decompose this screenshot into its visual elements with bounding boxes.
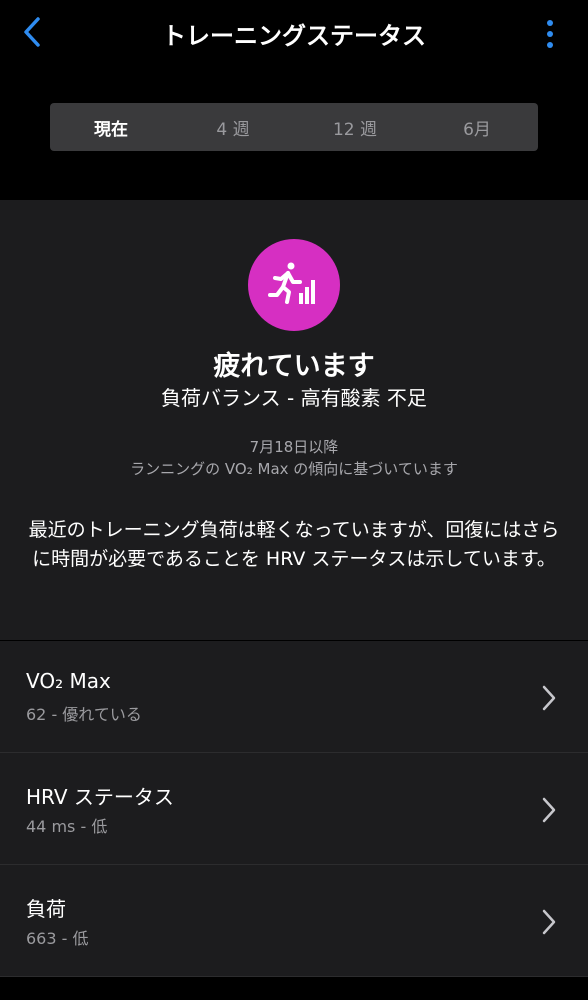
list-item-subtitle: 44 ms - 低	[26, 817, 108, 836]
metrics-list: VO₂ Max 62 - 優れている HRV ステータス 44 ms - 低 負…	[0, 641, 588, 977]
chevron-right-icon	[542, 909, 556, 935]
app-header: トレーニングステータス	[0, 0, 588, 70]
list-item-load[interactable]: 負荷 663 - 低	[0, 865, 588, 977]
list-item-title: VO₂ Max	[26, 669, 111, 693]
tab-4-weeks[interactable]: 4 週	[172, 103, 294, 151]
list-item-subtitle: 663 - 低	[26, 929, 89, 948]
tab-6-months[interactable]: 6月	[416, 103, 538, 151]
tab-current[interactable]: 現在	[50, 103, 172, 151]
chevron-right-icon	[542, 685, 556, 711]
since-date: 7月18日以降	[249, 438, 339, 456]
status-title: 疲れています	[213, 351, 375, 382]
chevron-right-icon	[542, 797, 556, 823]
list-item-hrv-status[interactable]: HRV ステータス 44 ms - 低	[0, 753, 588, 865]
training-status-icon	[268, 262, 315, 304]
list-item-title: HRV ステータス	[26, 785, 174, 809]
more-options-button[interactable]	[542, 18, 558, 50]
list-item-vo2max[interactable]: VO₂ Max 62 - 優れている	[0, 641, 588, 753]
status-description: 最近のトレーニング負荷は軽くなっていますが、回復にはさらに時間が必要であることを…	[28, 519, 560, 570]
status-basis: ランニングの VO₂ Max の傾向に基づいています	[130, 460, 458, 478]
bottom-spacer	[0, 978, 588, 1000]
status-subtitle: 負荷バランス - 高有酸素 不足	[161, 386, 427, 410]
status-card: 疲れています 負荷バランス - 高有酸素 不足 7月18日以降 ランニングの V…	[0, 200, 588, 640]
status-badge	[248, 239, 340, 331]
list-item-subtitle: 62 - 優れている	[26, 705, 142, 724]
more-vertical-icon	[547, 20, 553, 48]
period-segmented-control: 現在 4 週 12 週 6月	[50, 103, 538, 151]
tab-12-weeks[interactable]: 12 週	[294, 103, 416, 151]
list-item-title: 負荷	[26, 897, 66, 921]
page-title: トレーニングステータス	[162, 22, 426, 50]
